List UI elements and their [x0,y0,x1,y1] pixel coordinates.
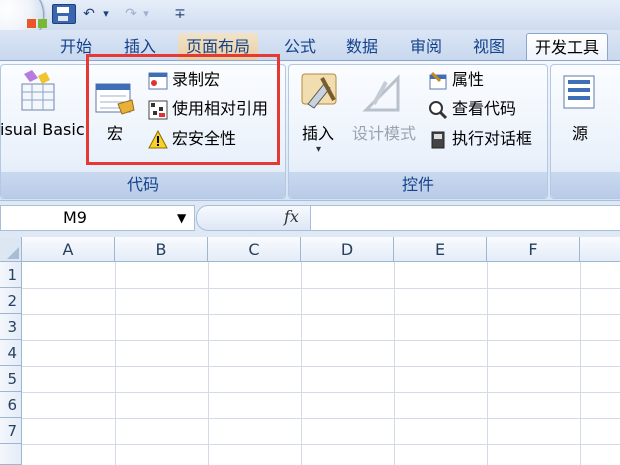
spreadsheet-grid[interactable] [0,237,620,465]
run-dialog-icon [431,131,445,148]
source-icon[interactable] [560,72,602,114]
tab-review[interactable]: 审阅 [402,33,450,60]
customize-quick-access-icon[interactable]: ∓ [172,3,188,25]
redo-icon[interactable]: ↷ [122,3,140,25]
column-header-c[interactable]: C [208,237,301,262]
controls-group-label: 控件 [289,172,547,198]
code-group-label: 代码 [1,172,285,198]
column-header-a[interactable]: A [22,237,115,262]
column-header-g-partial[interactable] [580,237,620,262]
save-icon[interactable] [52,4,76,24]
tab-data[interactable]: 数据 [338,33,386,60]
annotation-highlight-box [86,54,280,165]
insert-controls-button[interactable]: 插入 [302,120,334,144]
row-header-5[interactable]: 5 [0,366,22,392]
row-header-6[interactable]: 6 [0,392,22,418]
visual-basic-icon[interactable] [14,70,58,114]
tab-developer[interactable]: 开发工具 [526,33,609,61]
row-header-8-partial[interactable] [0,444,22,465]
view-code-icon [429,100,448,119]
undo-dropdown-icon[interactable]: ▾ [100,3,112,25]
run-dialog-label: 执行对话框 [452,129,533,148]
design-mode-icon [362,74,400,112]
column-header-b[interactable]: B [115,237,208,262]
formula-input[interactable] [310,205,620,231]
view-code-button[interactable]: 查看代码 [428,96,516,122]
properties-button[interactable]: 属性 [428,67,484,93]
design-mode-button[interactable]: 设计模式 [352,120,416,144]
tab-view[interactable]: 视图 [465,33,513,60]
undo-icon[interactable]: ↶ [80,3,98,25]
name-box[interactable]: M9 ▼ [0,205,195,231]
run-dialog-button[interactable]: 执行对话框 [428,126,532,152]
visual-basic-button[interactable]: isual Basic [0,120,85,139]
row-header-2[interactable]: 2 [0,288,22,314]
properties-icon [429,71,447,89]
row-header-1[interactable]: 1 [0,262,22,288]
tab-formulas[interactable]: 公式 [276,33,324,60]
column-header-f[interactable]: F [487,237,580,262]
insert-dropdown-icon[interactable]: ▾ [316,144,321,155]
row-header-7[interactable]: 7 [0,418,22,444]
insert-controls-icon[interactable] [298,70,342,114]
redo-dropdown-icon[interactable]: ▾ [140,3,152,25]
column-header-d[interactable]: D [301,237,394,262]
row-header-3[interactable]: 3 [0,314,22,340]
insert-function-icon[interactable]: fx [284,205,299,229]
name-box-value: M9 [63,208,87,227]
view-code-label: 查看代码 [452,99,517,118]
name-box-dropdown-icon[interactable]: ▼ [177,206,186,230]
source-button[interactable]: 源 [572,120,588,144]
select-all-button[interactable] [0,237,22,262]
row-header-4[interactable]: 4 [0,340,22,366]
column-header-e[interactable]: E [394,237,487,262]
properties-label: 属性 [452,70,485,89]
